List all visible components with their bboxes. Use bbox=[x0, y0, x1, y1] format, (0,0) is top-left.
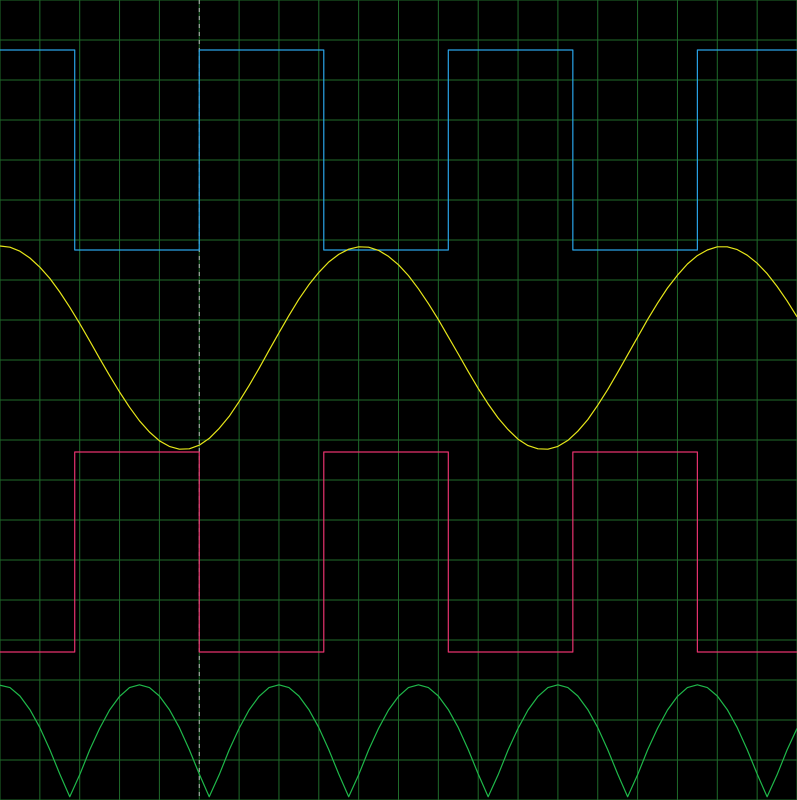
oscilloscope-screen bbox=[0, 0, 797, 800]
grid bbox=[0, 0, 797, 800]
